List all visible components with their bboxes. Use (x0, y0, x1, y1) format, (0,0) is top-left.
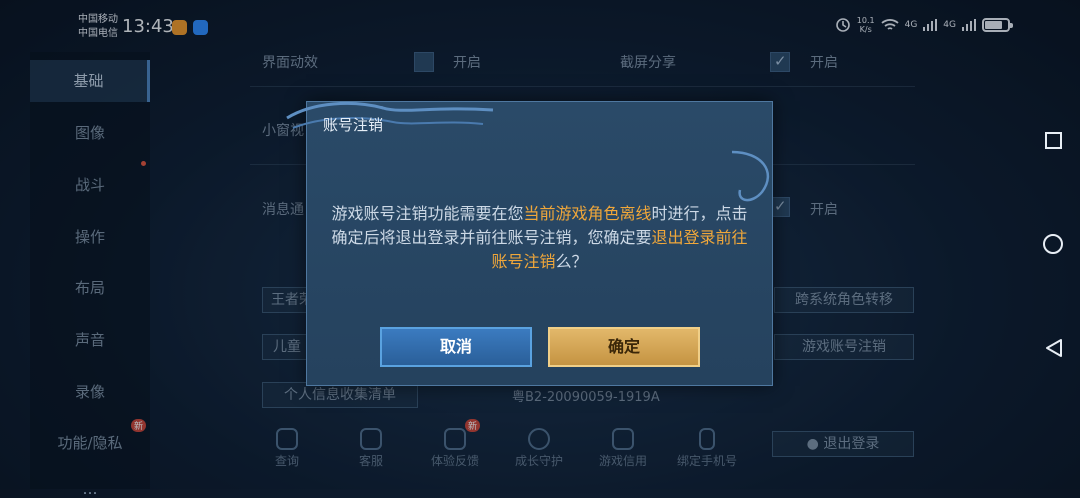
cloud-ornament-icon (286, 101, 494, 129)
account-deletion-dialog: 账号注销 游戏账号注销功能需要在您当前游戏角色离线时进行，点击确定后将退出登录并… (286, 101, 773, 386)
back-icon[interactable] (1045, 338, 1063, 358)
cancel-button[interactable]: 取消 (380, 327, 532, 367)
recent-apps-icon[interactable] (1045, 132, 1062, 149)
highlight-text: 当前游戏角色离线 (523, 204, 652, 223)
confirm-button[interactable]: 确定 (548, 327, 700, 367)
home-icon[interactable] (1043, 234, 1063, 254)
dialog-message: 游戏账号注销功能需要在您当前游戏角色离线时进行，点击确定后将退出登录并前往账号注… (331, 204, 748, 271)
dialog-title: 账号注销 (323, 116, 384, 134)
